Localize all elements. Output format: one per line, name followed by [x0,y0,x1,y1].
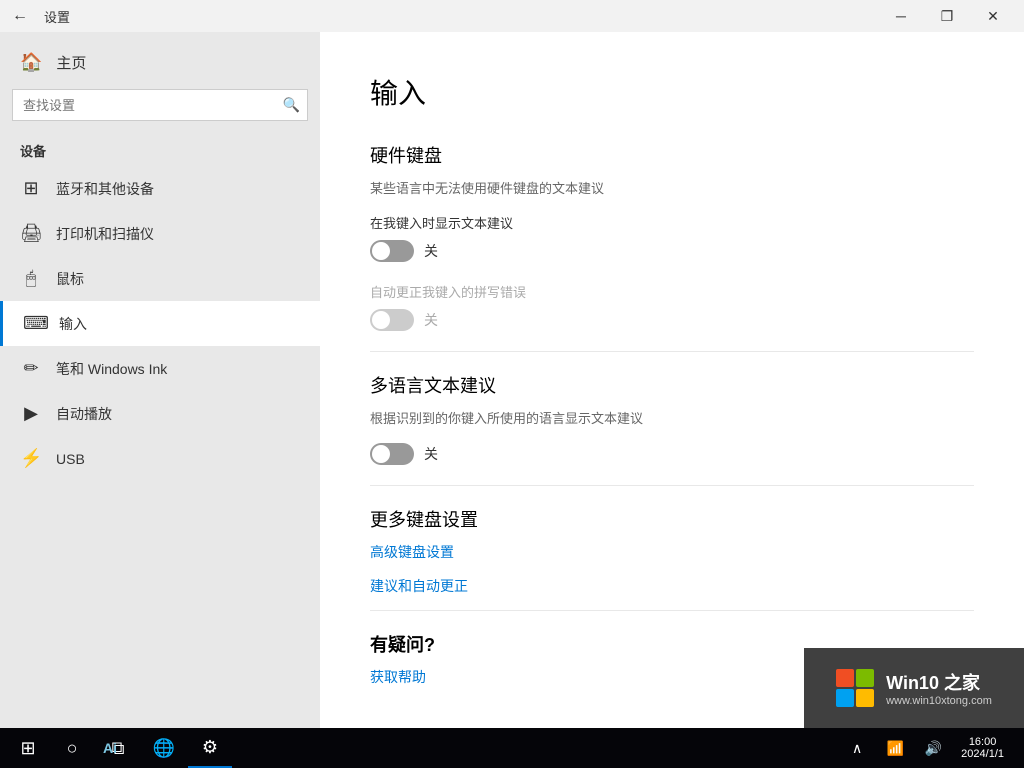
taskbar-ai[interactable]: Ai [80,728,140,768]
volume-icon: 🔊 [924,740,941,757]
sidebar-item-autoplay-label: 自动播放 [56,404,112,424]
sidebar-item-bluetooth-label: 蓝牙和其他设备 [56,179,154,199]
logo-sq-green [856,669,874,687]
hardware-keyboard-title: 硬件键盘 [370,142,974,168]
printer-icon: 🖨 [20,223,42,244]
divider1 [370,351,974,352]
sidebar-item-input[interactable]: ⌨ 输入 [0,301,320,346]
home-icon: 🏠 [20,52,42,73]
home-label: 主页 [56,52,86,73]
logo-sq-blue [836,689,854,707]
toggle1-row: 关 [370,240,974,262]
sidebar-item-home[interactable]: 🏠 主页 [0,40,320,85]
title-bar: ← 设置 ─ ❐ ✕ [0,0,1024,32]
sidebar-item-printer[interactable]: 🖨 打印机和扫描仪 [0,211,320,256]
page-title: 输入 [370,72,974,112]
tray-network[interactable]: 📶 [877,728,913,768]
toggle3-knob [372,445,390,463]
window-title: 设置 [44,7,70,26]
clock-time: 16:00 [969,736,997,748]
sidebar-item-autoplay[interactable]: ▶ 自动播放 [0,391,320,436]
keyboard-icon: ⌨ [23,313,45,334]
taskbar-tray: ∧ 📶 🔊 16:00 2024/1/1 [839,728,1020,768]
toggle1[interactable] [370,240,414,262]
back-button[interactable]: ← [8,4,32,28]
watermark: Win10 之家 www.win10xtong.com [804,648,1024,728]
usb-icon: ⚡ [20,448,42,469]
watermark-url: www.win10xtong.com [886,695,992,707]
logo-sq-yellow [856,689,874,707]
sidebar-item-mouse[interactable]: 🖱 鼠标 [0,256,320,301]
multilang-title: 多语言文本建议 [370,372,974,398]
multilang-desc: 根据识别到的你键入所使用的语言显示文本建议 [370,408,974,427]
toggle2-knob [372,311,390,329]
more-keyboard-title: 更多键盘设置 [370,506,974,532]
pen-icon: ✏ [20,358,42,379]
sidebar-item-pen[interactable]: ✏ 笔和 Windows Ink [0,346,320,391]
start-button[interactable]: ⊞ [4,728,52,768]
toggle1-label: 关 [424,241,438,261]
sidebar-item-input-label: 输入 [59,314,87,334]
toggle2-row: 关 [370,309,974,331]
network-icon: 📶 [886,740,903,757]
divider2 [370,485,974,486]
toggle2-label: 关 [424,310,438,330]
search-icon: 🔍 [283,97,300,114]
taskbar-apps: ⧉ 🌐 ⚙ [92,728,839,768]
tray-chevron[interactable]: ∧ [839,728,875,768]
watermark-text: Win10 之家 www.win10xtong.com [886,669,992,707]
settings-window: ← 设置 ─ ❐ ✕ 🏠 主页 🔍 [0,0,1024,728]
title-bar-left: ← 设置 [8,4,878,28]
tray-volume[interactable]: 🔊 [915,728,951,768]
search-box: 🔍 [12,89,308,121]
sidebar-item-usb-label: USB [56,451,85,467]
advanced-keyboard-link[interactable]: 高级键盘设置 [370,542,974,562]
taskbar-app-settings[interactable]: ⚙ [188,728,232,768]
sidebar-item-usb[interactable]: ⚡ USB [0,436,320,481]
start-icon: ⊞ [20,738,35,759]
mouse-icon: 🖱 [20,268,42,289]
windows-logo [836,669,874,707]
sidebar-item-bluetooth[interactable]: ⊞ 蓝牙和其他设备 [0,166,320,211]
toggle3[interactable] [370,443,414,465]
toggle3-label: 关 [424,444,438,464]
close-button[interactable]: ✕ [970,0,1016,32]
logo-sq-red [836,669,854,687]
divider3 [370,610,974,611]
toggle1-knob [372,242,390,260]
taskbar-app-edge[interactable]: 🌐 [142,728,186,768]
suggestion-label: 在我键入时显示文本建议 [370,213,974,232]
main-content: 🏠 主页 🔍 设备 ⊞ 蓝牙和其他设备 🖨 打印机和扫描仪 🖱 鼠标 ⌨ [0,32,1024,728]
chevron-icon: ∧ [852,740,862,757]
toggle2[interactable] [370,309,414,331]
search-input[interactable] [12,89,308,121]
sidebar-section-label: 设备 [0,133,320,166]
taskbar: ⊞ ○ ⧉ 🌐 ⚙ ∧ 📶 🔊 16:00 2024/1/1 Ai [0,728,1024,768]
minimize-button[interactable]: ─ [878,0,924,32]
sidebar-item-pen-label: 笔和 Windows Ink [56,359,167,379]
taskbar-clock[interactable]: 16:00 2024/1/1 [953,728,1012,768]
maximize-button[interactable]: ❐ [924,0,970,32]
window-controls: ─ ❐ ✕ [878,0,1016,32]
sidebar-item-printer-label: 打印机和扫描仪 [56,224,154,244]
toggle3-row: 关 [370,443,974,465]
clock-date: 2024/1/1 [961,748,1004,760]
watermark-title: Win10 之家 [886,669,992,695]
taskbar-search-icon: ○ [67,738,78,759]
ai-label: Ai [103,740,117,756]
settings-icon: ⚙ [202,737,218,758]
sidebar: 🏠 主页 🔍 设备 ⊞ 蓝牙和其他设备 🖨 打印机和扫描仪 🖱 鼠标 ⌨ [0,32,320,728]
autocorrect-label: 自动更正我键入的拼写错误 [370,282,974,301]
sidebar-item-mouse-label: 鼠标 [56,269,84,289]
content-area: 输入 硬件键盘 某些语言中无法使用硬件键盘的文本建议 在我键入时显示文本建议 关… [320,32,1024,728]
suggestion-autocorrect-link[interactable]: 建议和自动更正 [370,576,974,596]
hardware-keyboard-desc: 某些语言中无法使用硬件键盘的文本建议 [370,178,974,197]
bluetooth-icon: ⊞ [20,178,42,199]
edge-icon: 🌐 [153,738,175,759]
autoplay-icon: ▶ [20,403,42,424]
